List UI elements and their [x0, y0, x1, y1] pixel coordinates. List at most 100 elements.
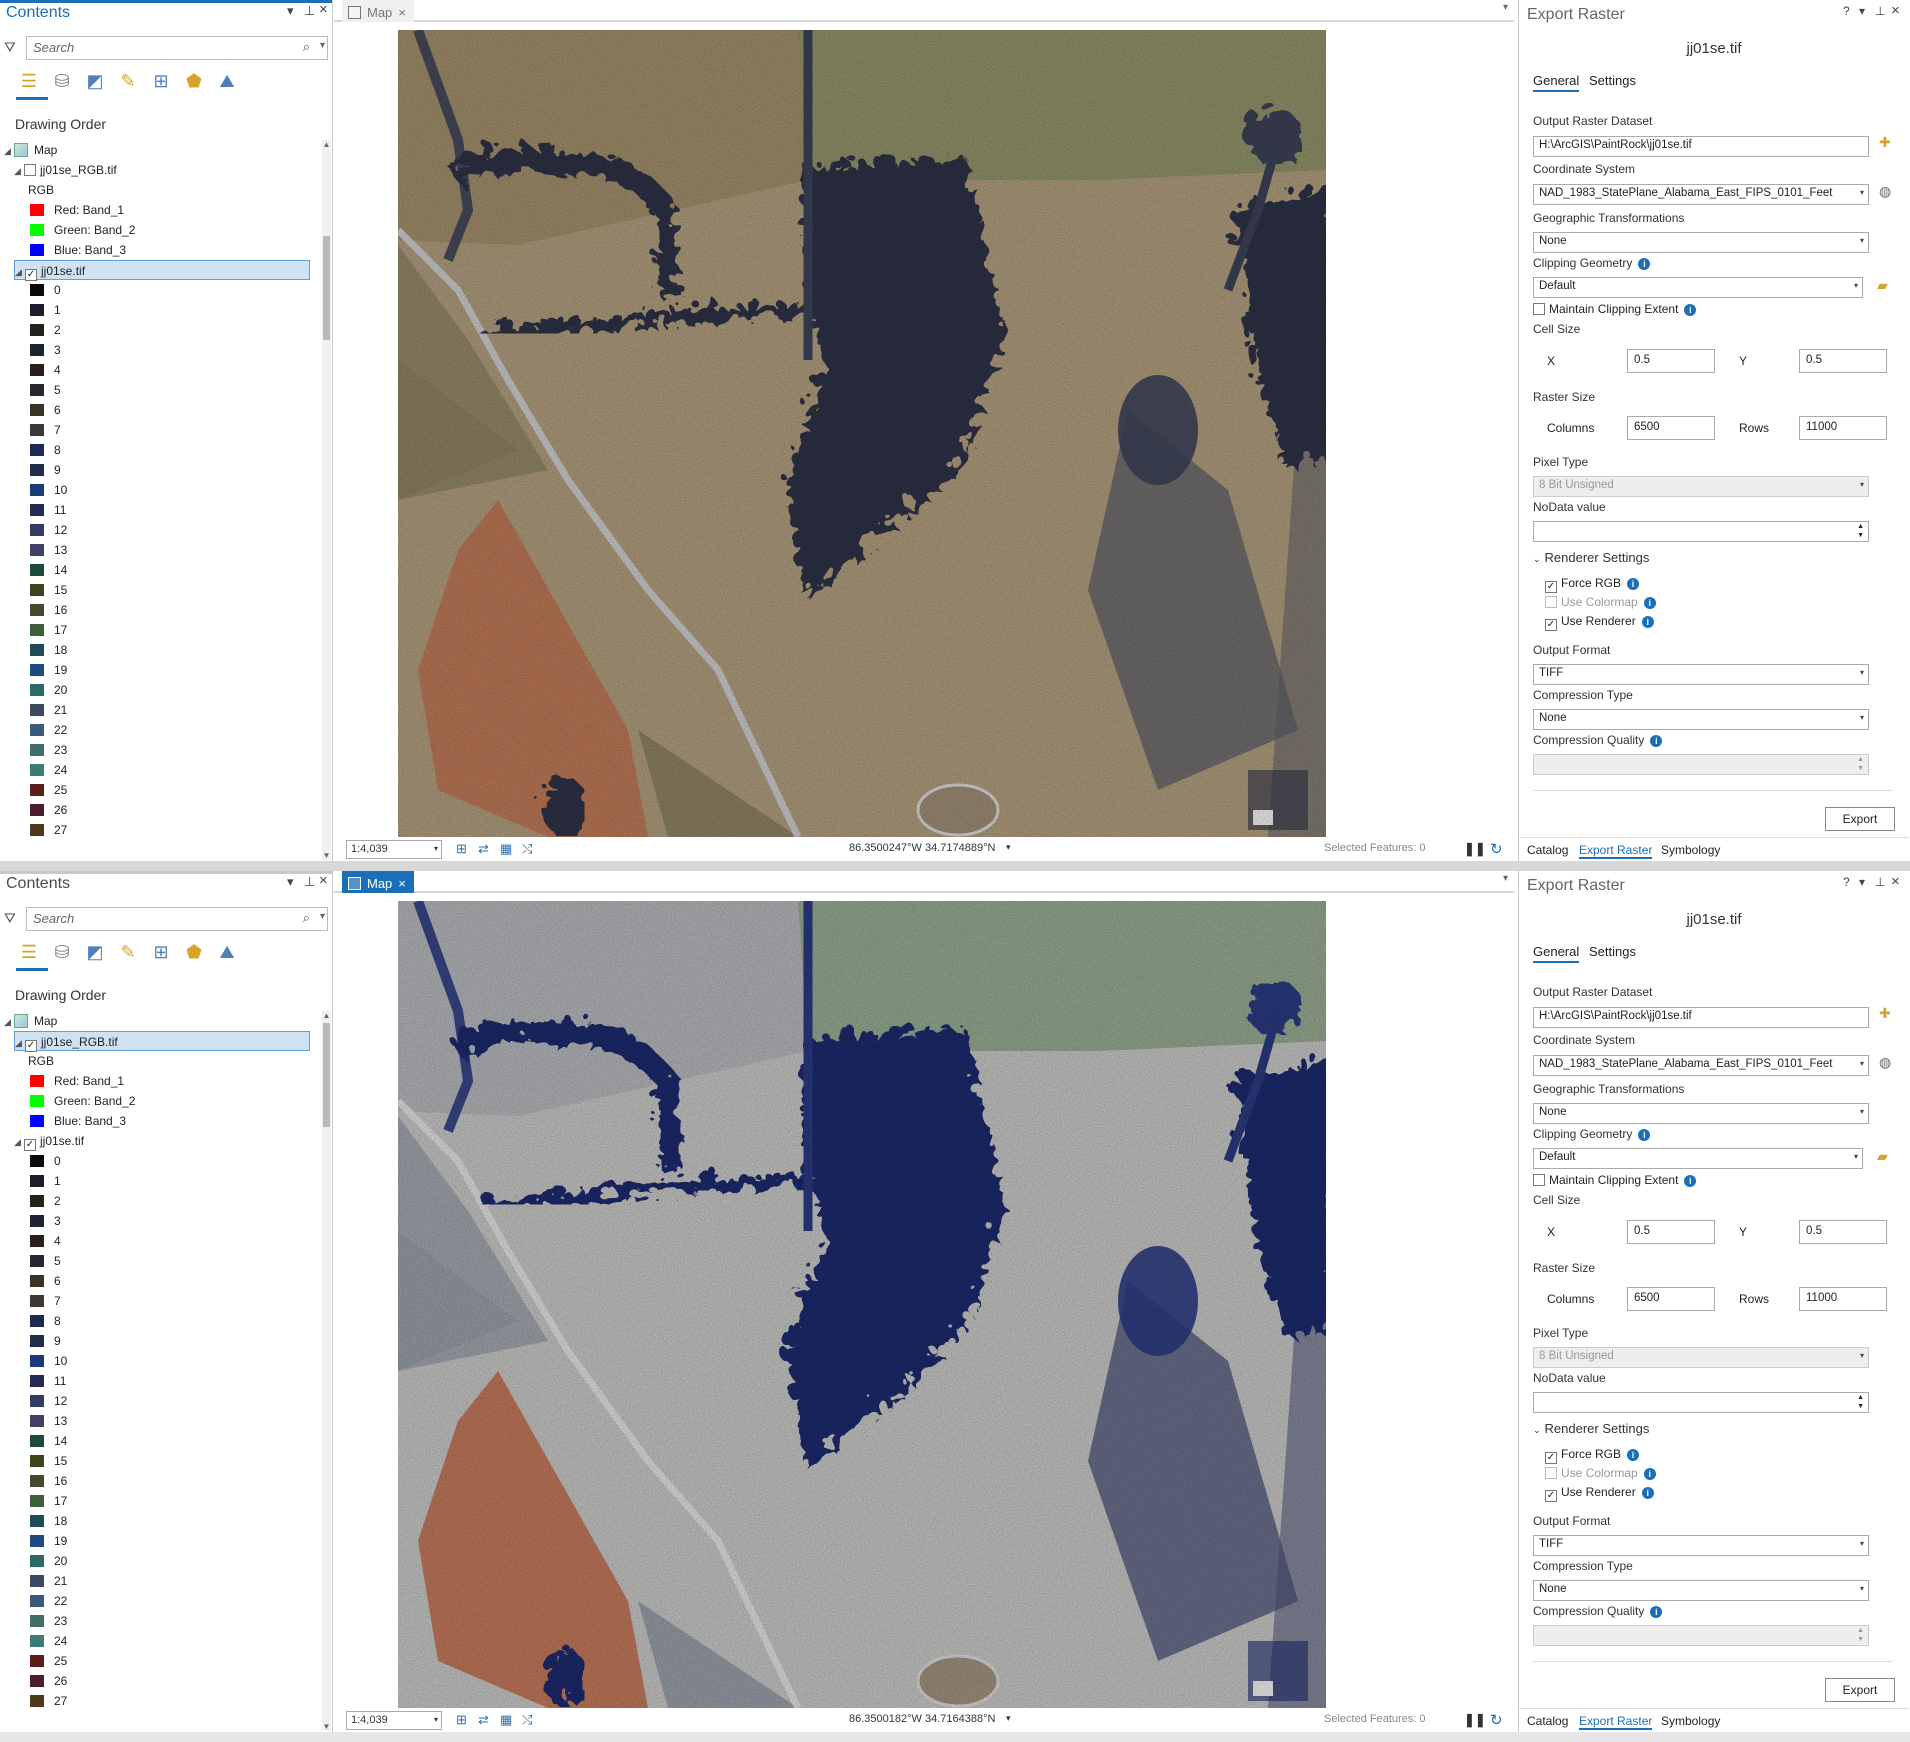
grid-icon[interactable]: ▦	[500, 841, 512, 857]
tab-export-raster[interactable]: Export Raster	[1579, 1714, 1653, 1730]
help-icon[interactable]: ?	[1843, 4, 1850, 18]
export-button[interactable]: Export	[1825, 807, 1895, 831]
output-raster-field[interactable]: H:\ArcGIS\PaintRock\jj01se.tif	[1533, 136, 1869, 157]
class-legend-item[interactable]: 13	[30, 1411, 67, 1431]
tab-settings[interactable]: Settings	[1589, 73, 1636, 88]
close-icon[interactable]: ×	[319, 1, 328, 18]
geographic-transformations-select[interactable]: None ▾	[1533, 232, 1869, 253]
class-legend-item[interactable]: 22	[30, 1591, 67, 1611]
list-by-selection-icon[interactable]: ◩	[82, 68, 108, 94]
class-legend-item[interactable]: 5	[30, 380, 61, 400]
class-legend-item[interactable]: 8	[30, 440, 61, 460]
class-legend-item[interactable]: 23	[30, 740, 67, 760]
class-legend-item[interactable]: 24	[30, 760, 67, 780]
class-legend-item[interactable]: 22	[30, 720, 67, 740]
renderer-settings-header[interactable]: ⌄ Renderer Settings	[1533, 550, 1649, 565]
class-legend-item[interactable]: 27	[30, 820, 67, 840]
info-icon[interactable]: i	[1627, 1449, 1640, 1461]
class-legend-item[interactable]: 8	[30, 1311, 61, 1331]
raster-imagery[interactable]	[398, 30, 1326, 837]
expand-triangle-icon[interactable]: ◢	[14, 1132, 24, 1152]
close-icon[interactable]: ×	[1891, 873, 1900, 890]
class-legend-item[interactable]: 21	[30, 1571, 67, 1591]
class-legend-item[interactable]: 19	[30, 660, 67, 680]
output-format-select[interactable]: TIFF ▾	[1533, 664, 1869, 685]
layer-visibility-checkbox[interactable]: ✓	[24, 1139, 36, 1151]
navigate-icon[interactable]: ⇄	[478, 841, 489, 857]
class-legend-item[interactable]: 12	[30, 520, 67, 540]
class-legend-item[interactable]: 23	[30, 1611, 67, 1631]
class-legend-item[interactable]: 7	[30, 1291, 61, 1311]
tab-symbology[interactable]: Symbology	[1661, 1714, 1720, 1728]
class-legend-item[interactable]: 5	[30, 1251, 61, 1271]
info-icon[interactable]: i	[1641, 1487, 1654, 1499]
close-tab-icon[interactable]: ×	[398, 876, 406, 891]
list-by-data-source-icon[interactable]: ⛁	[49, 939, 75, 965]
class-legend-item[interactable]: 13	[30, 540, 67, 560]
layer-rgb[interactable]: ◢ jj01se_RGB.tif	[14, 160, 117, 180]
class-legend-item[interactable]: 16	[30, 1471, 67, 1491]
tab-list-dropdown-icon[interactable]: ▾	[1503, 873, 1508, 884]
browse-add-icon[interactable]: ✚	[1879, 1005, 1891, 1022]
pin-icon[interactable]: ⊥	[1875, 4, 1885, 18]
refresh-icon[interactable]: ↻	[1490, 840, 1503, 858]
scale-selector[interactable]: 1:4,039 ▾	[346, 840, 442, 859]
class-legend-item[interactable]: 10	[30, 1351, 67, 1371]
list-by-labeling-icon[interactable]: ⬟	[181, 68, 207, 94]
expand-triangle-icon[interactable]: ◢	[15, 1033, 25, 1053]
pane-options-icon[interactable]: ▾	[287, 874, 294, 890]
output-raster-field[interactable]: H:\ArcGIS\PaintRock\jj01se.tif	[1533, 1007, 1869, 1028]
tab-map[interactable]: Map ×	[342, 0, 414, 22]
info-icon[interactable]: i	[1643, 597, 1656, 609]
geographic-transformations-select[interactable]: None ▾	[1533, 1103, 1869, 1124]
class-legend-item[interactable]: 27	[30, 1691, 67, 1711]
info-icon[interactable]: i	[1684, 1175, 1697, 1187]
class-legend-item[interactable]: 10	[30, 480, 67, 500]
clipping-geometry-select[interactable]: Default ▾	[1533, 277, 1863, 298]
search-input[interactable]: Search	[26, 907, 328, 931]
class-legend-item[interactable]: 1	[30, 300, 61, 320]
use-renderer-checkbox[interactable]: ✓ Use Renderer i	[1545, 614, 1654, 631]
columns-input[interactable]: 6500	[1627, 1287, 1715, 1311]
class-legend-item[interactable]: 15	[30, 1451, 67, 1471]
pane-options-icon[interactable]: ▾	[287, 3, 294, 19]
band-legend-item[interactable]: Blue: Band_3	[30, 1111, 126, 1131]
class-legend-item[interactable]: 15	[30, 580, 67, 600]
grid-icon[interactable]: ▦	[500, 1712, 512, 1728]
class-legend-item[interactable]: 25	[30, 780, 67, 800]
info-icon[interactable]: i	[1650, 1606, 1663, 1618]
rows-input[interactable]: 11000	[1799, 416, 1887, 440]
maintain-clipping-extent-checkbox[interactable]: Maintain Clipping Extent i	[1533, 302, 1697, 316]
scroll-thumb[interactable]	[323, 1023, 330, 1128]
tree-item-map[interactable]: ◢ Map	[4, 140, 57, 160]
list-by-perspective-icon[interactable]: ⛰	[214, 68, 240, 94]
class-legend-item[interactable]: 26	[30, 800, 67, 820]
class-legend-item[interactable]: 11	[30, 1371, 66, 1391]
list-by-editing-icon[interactable]: ✎	[115, 939, 141, 965]
tab-settings[interactable]: Settings	[1589, 944, 1636, 959]
band-legend-item[interactable]: Blue: Band_3	[30, 240, 126, 260]
expand-triangle-icon[interactable]: ◢	[4, 141, 14, 161]
use-renderer-checkbox[interactable]: ✓ Use Renderer i	[1545, 1485, 1654, 1502]
layer-tif[interactable]: ◢ ✓ jj01se.tif	[14, 1131, 84, 1151]
rows-input[interactable]: 11000	[1799, 1287, 1887, 1311]
class-legend-item[interactable]: 20	[30, 680, 67, 700]
help-icon[interactable]: ?	[1843, 875, 1850, 889]
navigate-icon[interactable]: ⇄	[478, 1712, 489, 1728]
class-legend-item[interactable]: 6	[30, 1271, 61, 1291]
class-legend-item[interactable]: 4	[30, 360, 61, 380]
tab-general[interactable]: General	[1533, 73, 1580, 92]
list-by-drawing-order-icon[interactable]: ☰	[16, 68, 42, 94]
scroll-up-icon[interactable]: ▲	[322, 140, 331, 149]
folder-icon[interactable]: ▰	[1877, 277, 1888, 294]
scroll-thumb[interactable]	[323, 235, 330, 340]
class-legend-item[interactable]: 2	[30, 320, 61, 340]
list-by-selection-icon[interactable]: ◩	[82, 939, 108, 965]
globe-icon[interactable]: ◍	[1879, 183, 1891, 200]
raster-imagery[interactable]	[398, 901, 1326, 1708]
list-by-labeling-icon[interactable]: ⬟	[181, 939, 207, 965]
class-legend-item[interactable]: 11	[30, 500, 66, 520]
filter-icon[interactable]: ⛛	[4, 910, 16, 927]
force-rgb-checkbox[interactable]: ✓ Force RGB i	[1545, 1447, 1640, 1464]
cell-size-y-input[interactable]: 0.5	[1799, 1220, 1887, 1244]
